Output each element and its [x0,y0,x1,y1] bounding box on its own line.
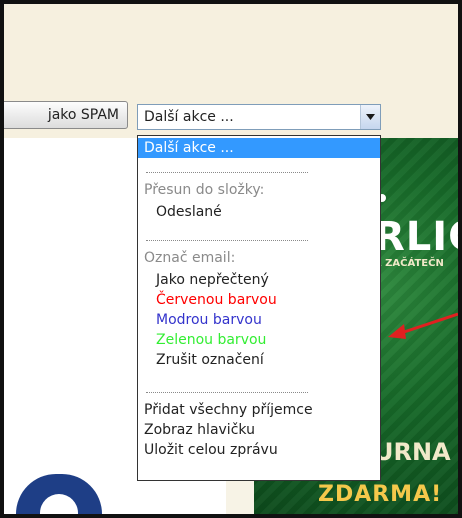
dropdown-option-save-message[interactable]: Uložit celou zprávu [144,442,278,458]
dropdown-option-clear-mark[interactable]: Zrušit označení [156,352,264,368]
dropdown-separator [146,392,308,393]
dropdown-option-show-header[interactable]: Zobraz hlavičku [144,422,255,438]
ad-free-text: ZDARMA! [318,482,443,507]
dropdown-option-mark-red[interactable]: Červenou barvou [156,292,277,308]
dropdown-option-mark-blue[interactable]: Modrou barvou [156,312,262,328]
dropdown-option-sent[interactable]: Odeslané [156,204,222,220]
mark-as-spam-button[interactable]: jako SPAM [4,101,128,129]
ad-tournament-text: URNA [374,438,451,466]
more-actions-dropdown: Další akce ... Přesun do složky: Odeslan… [137,135,381,481]
dropdown-option-mark-green[interactable]: Zelenou barvou [156,332,266,348]
dropdown-option-mark-unread[interactable]: Jako nepřečtený [156,272,269,288]
more-actions-select[interactable]: Další akce ... [137,104,381,130]
dropdown-separator [146,240,308,241]
ad-subtitle: R ZAČÁTEČN [374,258,444,269]
dropdown-separator [146,172,308,173]
dropdown-group-move: Přesun do složky: [144,182,265,198]
ad-title: RLIG [374,214,458,260]
screenshot-frame: RLIG R ZAČÁTEČN URNA ZDARMA! jako SPAM D… [4,4,458,514]
chevron-down-icon[interactable] [360,105,380,129]
annotation-arrow-icon [388,312,458,339]
dropdown-option-more-actions[interactable]: Další akce ... [138,138,380,158]
message-body [4,138,140,514]
more-actions-value: Další akce ... [144,109,234,125]
mark-as-spam-label: jako SPAM [47,107,119,123]
dropdown-group-mark: Označ email: [144,250,236,266]
dropdown-option-add-recipients[interactable]: Přidat všechny příjemce [144,402,313,418]
